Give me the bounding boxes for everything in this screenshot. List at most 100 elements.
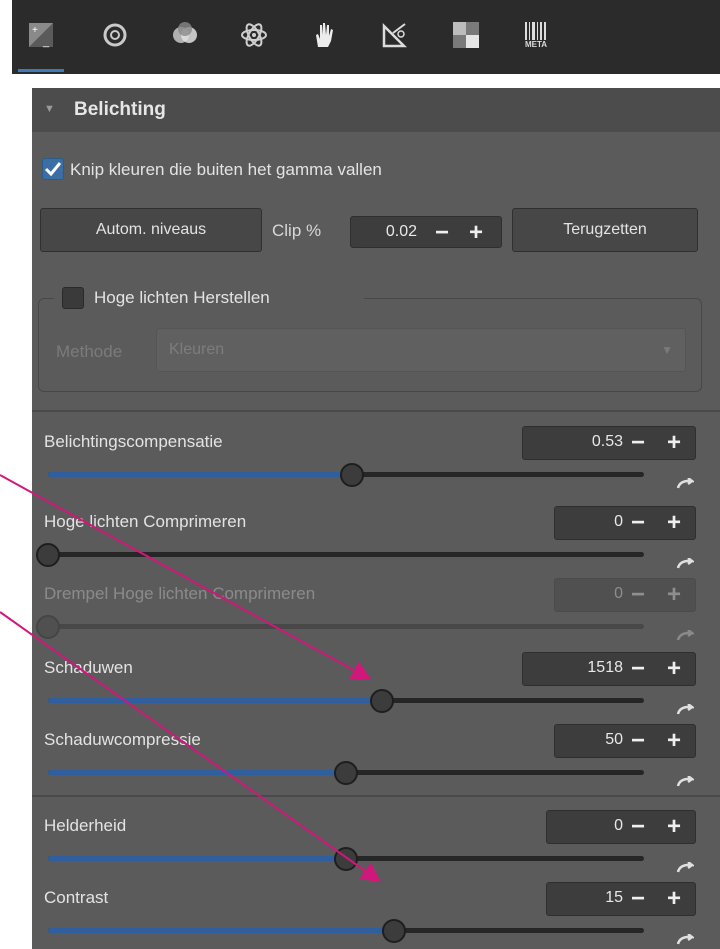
auto-levels-button[interactable]: Autom. niveaus (40, 208, 262, 252)
clip-percent-spinner[interactable]: 0.02 − + (350, 216, 502, 248)
slider-label: Drempel Hoge lichten Comprimeren (44, 584, 316, 603)
increment-button[interactable]: + (667, 812, 681, 842)
meta-tab-label: META (524, 39, 548, 49)
slider-label: Belichtingscompensatie (44, 432, 223, 451)
raw-tab[interactable] (449, 18, 483, 52)
reset-slider-icon[interactable] (676, 776, 694, 788)
slider-track[interactable] (48, 624, 644, 629)
reset-slider-icon[interactable] (676, 704, 694, 716)
exposure-tab[interactable]: + _ (18, 18, 64, 72)
checkmark-icon (44, 162, 62, 177)
slider-fill (48, 770, 346, 775)
reset-slider-icon[interactable] (676, 558, 694, 570)
svg-text:+: + (32, 25, 38, 36)
separator (32, 795, 720, 797)
slider-track[interactable] (48, 928, 644, 933)
slider-fill (48, 928, 394, 933)
clip-checkbox[interactable] (42, 158, 64, 180)
decrement-button[interactable]: − (631, 812, 645, 842)
increment-button[interactable]: + (667, 580, 681, 610)
reset-slider-icon[interactable] (676, 630, 694, 642)
increment-button[interactable]: + (667, 884, 681, 914)
decrement-button[interactable]: − (631, 726, 645, 756)
slider-value-spinner[interactable]: 0− + (554, 506, 696, 540)
slider-value: 0.53 (591, 433, 623, 450)
reset-slider-icon[interactable] (676, 862, 694, 874)
color-icon (173, 22, 197, 43)
tool-tabs-bar: + _ META (12, 0, 720, 74)
slider-value: 1518 (587, 659, 623, 676)
transform-tab[interactable] (378, 18, 412, 52)
detail-tab[interactable] (98, 18, 132, 52)
slider-knob[interactable] (36, 615, 60, 639)
reset-slider-icon[interactable] (676, 478, 694, 490)
slider-knob[interactable] (36, 543, 60, 567)
decrement-button[interactable]: − (631, 580, 645, 610)
slider-value: 15 (605, 889, 623, 906)
collapse-caret-icon[interactable]: ▼ (44, 103, 55, 115)
slider-value-spinner[interactable]: 0− + (546, 810, 696, 844)
decrement-button[interactable]: − (631, 428, 645, 458)
highlight-recovery-checkbox[interactable] (62, 287, 84, 309)
slider-fill (48, 856, 346, 861)
slider-label: Helderheid (44, 816, 127, 835)
slider-label: Schaduwen (44, 658, 133, 677)
decrement-button[interactable]: − (631, 884, 645, 914)
slider-value: 0 (614, 585, 623, 602)
clip-checkbox-label: Knip kleuren die buiten het gamma vallen (70, 160, 382, 179)
separator (32, 410, 720, 412)
barcode-icon (525, 21, 546, 40)
clip-percent-label: Clip % (272, 221, 322, 240)
exposure-icon: + _ (29, 23, 53, 48)
panel-header[interactable]: ▼ Belichting (32, 88, 720, 132)
method-label: Methode (56, 342, 123, 361)
slider-fill (48, 698, 382, 703)
slider-track[interactable] (48, 552, 644, 557)
raw-icon (453, 22, 479, 48)
reset-slider-icon[interactable] (676, 934, 694, 946)
method-select[interactable]: Kleuren ▼ (156, 328, 686, 372)
panel-title: Belichting (74, 99, 166, 120)
reset-button[interactable]: Terugzetten (512, 208, 698, 252)
slider-value-spinner[interactable]: 0− + (554, 578, 696, 612)
method-select-value: Kleuren (169, 341, 225, 358)
atom-icon (241, 23, 267, 47)
slider-knob[interactable] (339, 463, 364, 487)
local-adjust-tab[interactable] (308, 18, 342, 52)
decrement-button[interactable]: − (631, 508, 645, 538)
slider-knob[interactable] (334, 761, 358, 785)
hand-icon (316, 23, 333, 47)
clip-percent-value: 0.02 (385, 223, 417, 240)
slider-value-spinner[interactable]: 15− + (546, 882, 696, 916)
exposure-panel: ▼ Belichting Knip kleuren die buiten het… (32, 88, 720, 949)
slider-value: 0 (614, 513, 623, 530)
meta-tab[interactable]: META (519, 18, 553, 52)
decrement-button[interactable]: − (631, 654, 645, 684)
increment-button[interactable]: + (667, 508, 681, 538)
increment-button[interactable]: + (667, 654, 681, 684)
transform-icon (382, 22, 408, 48)
slider-knob[interactable] (369, 689, 394, 713)
clip-plus-button[interactable]: + (469, 218, 483, 248)
slider-label: Hoge lichten Comprimeren (44, 512, 247, 531)
chevron-down-icon: ▼ (661, 343, 673, 357)
slider-value-spinner[interactable]: 0.53− + (522, 426, 696, 460)
advanced-tab[interactable] (237, 18, 271, 52)
slider-value-spinner[interactable]: 50− + (554, 724, 696, 758)
slider-value: 50 (605, 731, 623, 748)
detail-icon (103, 23, 127, 47)
slider-fill (48, 472, 352, 477)
increment-button[interactable]: + (667, 428, 681, 458)
slider-label: Contrast (44, 888, 109, 907)
svg-text:_: _ (42, 36, 50, 48)
highlight-recovery-label: Hoge lichten Herstellen (94, 288, 270, 307)
slider-value-spinner[interactable]: 1518− + (522, 652, 696, 686)
slider-knob[interactable] (381, 919, 406, 943)
slider-label: Schaduwcompressie (44, 730, 201, 749)
slider-value: 0 (614, 817, 623, 834)
clip-minus-button[interactable]: − (435, 218, 449, 248)
slider-track[interactable] (48, 698, 644, 703)
increment-button[interactable]: + (667, 726, 681, 756)
slider-knob[interactable] (334, 847, 358, 871)
color-tab[interactable] (168, 18, 202, 52)
